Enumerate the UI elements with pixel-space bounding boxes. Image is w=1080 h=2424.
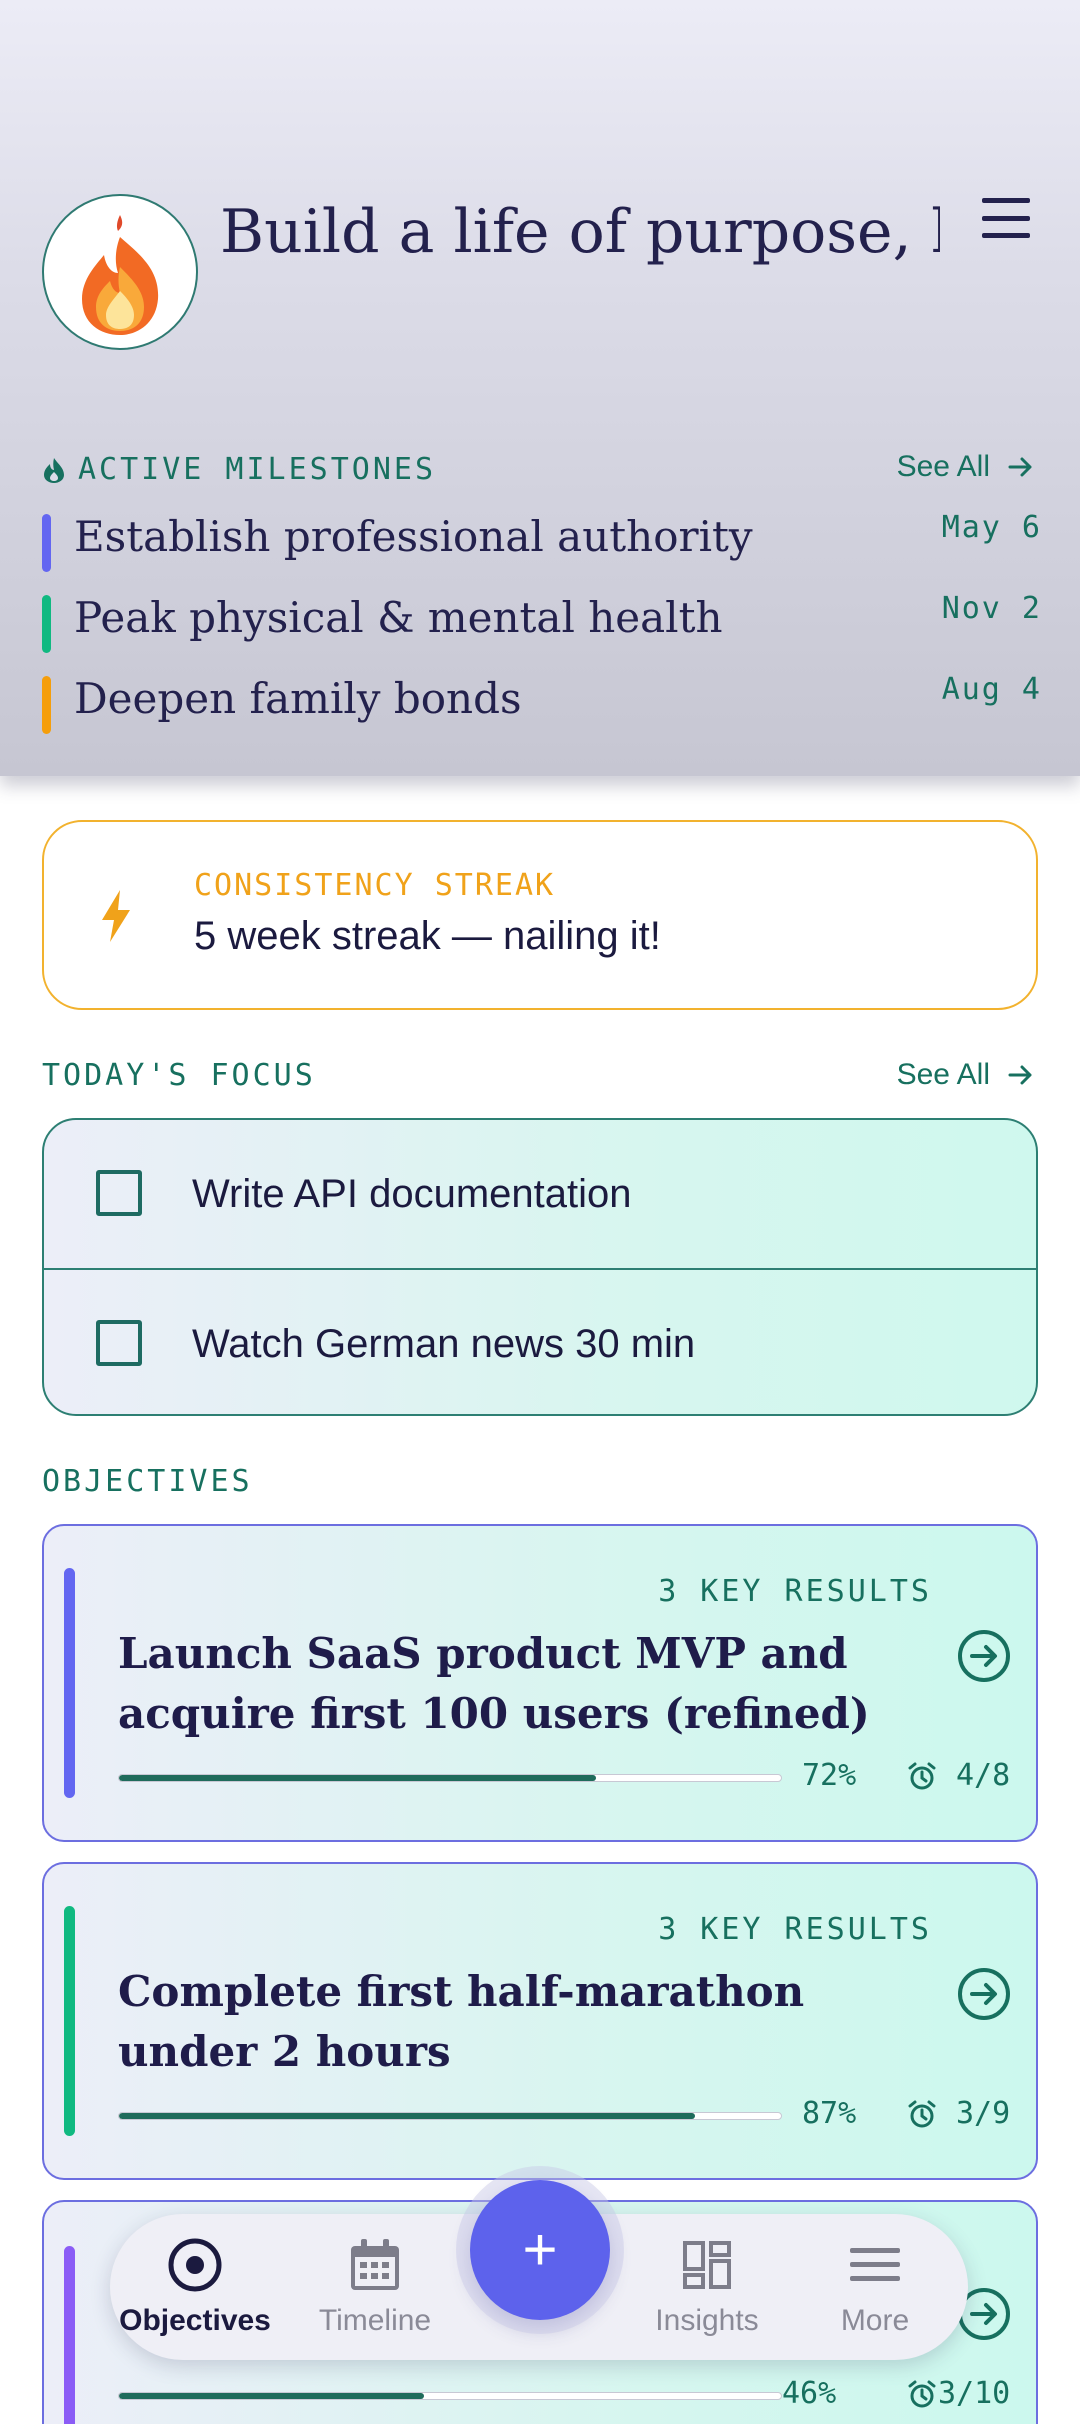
milestone-date: Nov 2 <box>941 591 1042 626</box>
lightning-bolt-icon <box>102 890 130 942</box>
alarm-clock-icon <box>908 2100 936 2128</box>
objective-accent-bar <box>64 2246 75 2424</box>
objective-percent: 72% <box>802 1758 857 1793</box>
nav-label: More <box>840 2304 910 2337</box>
focus-task-list: Write API documentation Watch German new… <box>42 1118 1038 1416</box>
objective-card[interactable]: 3 KEY RESULTS Launch SaaS product MVP an… <box>42 1524 1038 1842</box>
objective-progress-bar <box>118 2392 782 2400</box>
nav-label: Timeline <box>318 2304 432 2337</box>
milestone-date: Aug 4 <box>941 672 1042 707</box>
target-icon <box>168 2238 222 2292</box>
arrow-circle-right-icon[interactable] <box>956 1966 1012 2022</box>
task-item[interactable]: Write API documentation <box>44 1120 1036 1268</box>
objective-progress-bar <box>118 2112 782 2120</box>
objective-progress-fill <box>119 2113 695 2119</box>
menu-button[interactable] <box>978 196 1034 240</box>
objective-card[interactable]: 3 KEY RESULTS Complete first half-marath… <box>42 1862 1038 2180</box>
add-button[interactable]: + <box>470 2180 610 2320</box>
objectives-section-label: OBJECTIVES <box>42 1464 253 1499</box>
calendar-icon <box>351 2239 399 2290</box>
nav-label: Insights <box>655 2304 759 2337</box>
consistency-streak-card[interactable]: CONSISTENCY STREAK 5 week streak — naili… <box>42 820 1038 1010</box>
objective-progress-fill <box>119 2393 424 2399</box>
alarm-clock-icon <box>908 2380 936 2408</box>
streak-value: 5 week streak — nailing it! <box>194 914 661 958</box>
nav-label: Objectives <box>119 2304 271 2337</box>
task-checkbox[interactable] <box>96 1320 142 1366</box>
arrow-circle-right-icon[interactable] <box>956 1628 1012 1684</box>
milestone-text: Peak physical & mental health <box>74 593 723 642</box>
hamburger-menu-icon <box>982 198 1030 203</box>
more-menu-icon <box>850 2248 900 2281</box>
task-checkbox[interactable] <box>96 1170 142 1216</box>
objective-task-count: 3/10 <box>938 2376 1011 2411</box>
objective-title: Complete first half-marathon under 2 hou… <box>118 1967 805 2076</box>
nav-item-more[interactable]: More <box>790 2232 960 2352</box>
milestones-section-label: ACTIVE MILESTONES <box>42 452 436 487</box>
page-title: Build a life of purpose, health, and cre… <box>220 197 940 267</box>
key-results-count: 3 KEY RESULTS <box>658 1574 932 1609</box>
arrow-right-icon <box>1008 1065 1032 1085</box>
avatar[interactable] <box>42 194 198 350</box>
milestone-color-bar <box>42 514 51 572</box>
task-item[interactable]: Watch German news 30 min <box>44 1268 1036 1414</box>
nav-item-insights[interactable]: Insights <box>622 2232 792 2352</box>
objective-percent: 46% <box>782 2376 837 2411</box>
flame-icon <box>82 215 159 335</box>
key-results-count: 3 KEY RESULTS <box>658 1912 932 1947</box>
objective-accent-bar <box>64 1568 75 1798</box>
nav-item-objectives[interactable]: Objectives <box>110 2232 280 2352</box>
milestone-text: Deepen family bonds <box>74 674 522 723</box>
milestone-text: Establish professional authority <box>74 512 753 561</box>
objective-percent: 87% <box>802 2096 857 2131</box>
header: Build a life of purpose, health, and cre… <box>0 0 1080 776</box>
focus-see-all-link[interactable]: See All <box>897 1058 1034 1092</box>
milestone-color-bar <box>42 676 51 734</box>
milestones-see-all-link[interactable]: See All <box>897 450 1034 484</box>
streak-label: CONSISTENCY STREAK <box>194 868 556 903</box>
milestone-item[interactable]: Peak physical & mental health Nov 2 <box>42 591 1042 653</box>
objective-title: Launch SaaS product MVP and acquire firs… <box>118 1629 870 1738</box>
arrow-right-icon <box>1008 457 1032 477</box>
focus-section-label: TODAY'S FOCUS <box>42 1058 316 1093</box>
task-text: Write API documentation <box>192 1172 632 1216</box>
milestone-color-bar <box>42 595 51 653</box>
milestone-item[interactable]: Deepen family bonds Aug 4 <box>42 672 1042 734</box>
nav-item-timeline[interactable]: Timeline <box>290 2232 460 2352</box>
task-text: Watch German news 30 min <box>192 1322 696 1366</box>
fire-small-icon <box>44 457 64 483</box>
objective-progress-fill <box>119 1775 596 1781</box>
milestone-date: May 6 <box>941 510 1042 545</box>
alarm-clock-icon <box>908 1762 936 1790</box>
objective-accent-bar <box>64 1906 75 2136</box>
dashboard-icon <box>683 2241 731 2289</box>
objective-task-count: 3/9 <box>956 2096 1011 2131</box>
milestone-item[interactable]: Establish professional authority May 6 <box>42 510 1042 572</box>
objective-task-count: 4/8 <box>956 1758 1011 1793</box>
objective-progress-bar <box>118 1774 782 1782</box>
